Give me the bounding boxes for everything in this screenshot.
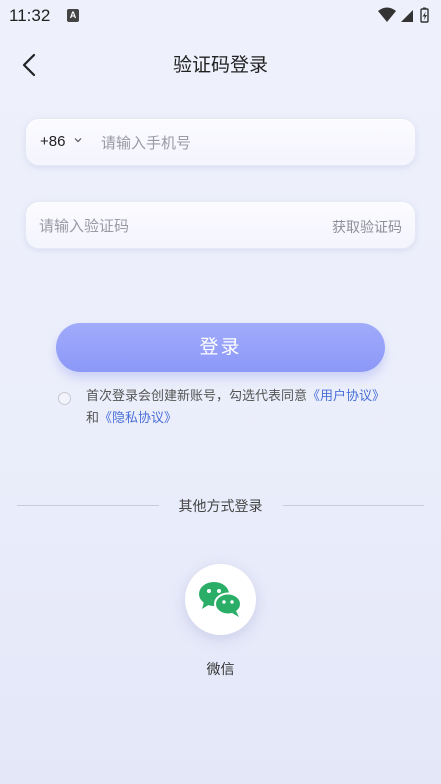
page-title: 验证码登录 xyxy=(172,54,268,76)
signal-icon xyxy=(401,10,413,22)
verification-code-input[interactable] xyxy=(39,214,319,238)
code-field-card: 获取验证码 xyxy=(25,201,416,249)
privacy-agreement-link[interactable]: 《隐私协议》 xyxy=(99,411,177,426)
phone-input[interactable] xyxy=(101,131,401,155)
status-time: 11:32 xyxy=(9,6,51,25)
user-agreement-link[interactable]: 《用户协议》 xyxy=(307,389,385,404)
agreement-checkbox[interactable] xyxy=(58,392,71,405)
battery-icon xyxy=(420,7,429,23)
other-login-title: 其他方式登录 xyxy=(178,499,263,515)
status-icons xyxy=(377,6,433,24)
wifi-icon xyxy=(378,7,396,22)
agreement-prefix: 首次登录会创建新账号，勾选代表同意 xyxy=(86,389,308,404)
get-code-button[interactable]: 获取验证码 xyxy=(332,217,402,237)
wechat-label: 微信 xyxy=(206,662,235,678)
agreement-text: 首次登录会创建新账号，勾选代表同意《用户协议》和《隐私协议》 xyxy=(86,386,386,430)
country-code-selector[interactable]: +86 xyxy=(40,133,65,150)
status-bar: 11:32 A xyxy=(0,0,441,32)
notification-icon: A xyxy=(67,9,79,22)
agreement-conjunction: 和 xyxy=(86,411,100,426)
phone-field-card: +86 xyxy=(25,118,416,166)
divider-right xyxy=(283,505,424,506)
chevron-down-icon[interactable] xyxy=(74,137,82,143)
wechat-icon xyxy=(199,582,242,617)
login-button[interactable]: 登录 xyxy=(56,323,385,372)
wechat-login-button[interactable] xyxy=(185,564,256,635)
